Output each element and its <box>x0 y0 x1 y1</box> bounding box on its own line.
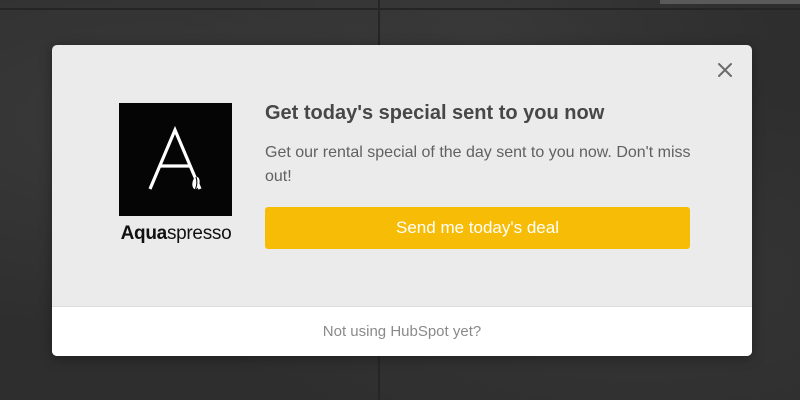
backdrop-bar <box>660 0 800 4</box>
popup-title: Get today's special sent to you now <box>265 102 605 124</box>
popup-subtitle: Get our rental special of the day sent t… <box>265 144 691 185</box>
brand-logo: Aquaspresso <box>119 103 233 245</box>
popup-modal: Aquaspresso Get today's special sent to … <box>52 45 752 356</box>
not-using-hubspot-link[interactable]: Not using HubSpot yet? <box>323 323 481 340</box>
logo-mark <box>119 103 232 216</box>
brand-name: Aquaspresso <box>119 223 233 245</box>
close-button[interactable] <box>714 59 736 81</box>
backdrop-seam <box>0 8 800 10</box>
popup-footer: Not using HubSpot yet? <box>52 306 752 356</box>
close-icon <box>718 63 732 77</box>
popup-content: Get today's special sent to you now Get … <box>265 101 695 249</box>
brand-name-bold: Aqua <box>120 223 168 244</box>
send-deal-button[interactable]: Send me today's deal <box>265 207 690 249</box>
brand-name-light: spresso <box>166 223 232 244</box>
